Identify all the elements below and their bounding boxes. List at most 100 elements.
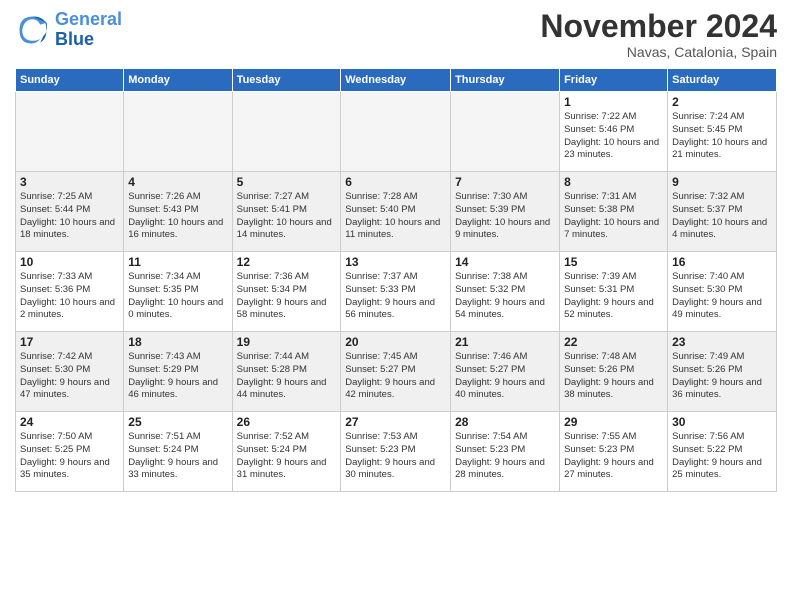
day-info: Sunrise: 7:53 AMSunset: 5:23 PMDaylight:…	[345, 431, 446, 482]
col-thursday: Thursday	[451, 69, 560, 92]
calendar-day-cell: 9 Sunrise: 7:32 AMSunset: 5:37 PMDaylight…	[668, 172, 777, 252]
day-info: Sunrise: 7:39 AMSunset: 5:31 PMDaylight:…	[564, 271, 663, 322]
calendar-week-row: 10Sunrise: 7:33 AMSunset: 5:36 PMDayligh…	[16, 252, 777, 332]
day-info: Sunrise: 7:27 AMSunset: 5:41 PMDaylight:…	[237, 191, 337, 242]
day-info: Sunrise: 7:51 AMSunset: 5:24 PMDaylight:…	[128, 431, 227, 482]
calendar-day-cell: 6 Sunrise: 7:28 AMSunset: 5:40 PMDaylight…	[341, 172, 451, 252]
calendar-day-cell: 13Sunrise: 7:37 AMSunset: 5:33 PMDayligh…	[341, 252, 451, 332]
calendar-day-cell: 28 Sunrise: 7:54 AMSunset: 5:23 PMDayligh…	[451, 412, 560, 492]
calendar-day-cell: 20 Sunrise: 7:45 AMSunset: 5:27 PMDayligh…	[341, 332, 451, 412]
calendar-week-row: 1Sunrise: 7:22 AMSunset: 5:46 PMDaylight…	[16, 92, 777, 172]
calendar-day-cell: 25 Sunrise: 7:51 AMSunset: 5:24 PMDayligh…	[124, 412, 232, 492]
logo: General Blue	[15, 10, 122, 50]
calendar-day-cell: 1Sunrise: 7:22 AMSunset: 5:46 PMDaylight…	[560, 92, 668, 172]
day-number: 22	[564, 335, 663, 349]
calendar-day-cell: 22 Sunrise: 7:48 AMSunset: 5:26 PMDayligh…	[560, 332, 668, 412]
calendar-day-cell: 12Sunrise: 7:36 AMSunset: 5:34 PMDayligh…	[232, 252, 341, 332]
calendar-week-row: 17 Sunrise: 7:42 AMSunset: 5:30 PMDayligh…	[16, 332, 777, 412]
calendar-day-cell: 8Sunrise: 7:31 AMSunset: 5:38 PMDaylight…	[560, 172, 668, 252]
title-block: November 2024 Navas, Catalonia, Spain	[540, 10, 777, 60]
day-info: Sunrise: 7:44 AMSunset: 5:28 PMDaylight:…	[237, 351, 337, 402]
calendar-day-cell	[341, 92, 451, 172]
calendar-table: Sunday Monday Tuesday Wednesday Thursday…	[15, 68, 777, 492]
day-number: 13	[345, 255, 446, 269]
day-number: 14	[455, 255, 555, 269]
calendar-day-cell: 29 Sunrise: 7:55 AMSunset: 5:23 PMDayligh…	[560, 412, 668, 492]
day-number: 25	[128, 415, 227, 429]
calendar-day-cell: 2 Sunrise: 7:24 AMSunset: 5:45 PMDaylight…	[668, 92, 777, 172]
day-number: 29	[564, 415, 663, 429]
day-number: 1	[564, 95, 663, 109]
calendar-day-cell: 10Sunrise: 7:33 AMSunset: 5:36 PMDayligh…	[16, 252, 124, 332]
calendar-day-cell	[451, 92, 560, 172]
day-number: 5	[237, 175, 337, 189]
calendar-day-cell: 11 Sunrise: 7:34 AMSunset: 5:35 PMDayligh…	[124, 252, 232, 332]
location-subtitle: Navas, Catalonia, Spain	[540, 44, 777, 60]
day-info: Sunrise: 7:28 AMSunset: 5:40 PMDaylight:…	[345, 191, 446, 242]
header: General Blue November 2024 Navas, Catalo…	[15, 10, 777, 60]
day-number: 16	[672, 255, 772, 269]
col-wednesday: Wednesday	[341, 69, 451, 92]
day-info: Sunrise: 7:25 AMSunset: 5:44 PMDaylight:…	[20, 191, 119, 242]
calendar-day-cell	[16, 92, 124, 172]
col-sunday: Sunday	[16, 69, 124, 92]
day-number: 12	[237, 255, 337, 269]
calendar-day-cell: 26 Sunrise: 7:52 AMSunset: 5:24 PMDayligh…	[232, 412, 341, 492]
day-number: 30	[672, 415, 772, 429]
day-info: Sunrise: 7:31 AMSunset: 5:38 PMDaylight:…	[564, 191, 663, 242]
day-info: Sunrise: 7:24 AMSunset: 5:45 PMDaylight:…	[672, 111, 772, 162]
calendar-day-cell: 7 Sunrise: 7:30 AMSunset: 5:39 PMDaylight…	[451, 172, 560, 252]
day-info: Sunrise: 7:30 AMSunset: 5:39 PMDaylight:…	[455, 191, 555, 242]
calendar-day-cell: 30Sunrise: 7:56 AMSunset: 5:22 PMDayligh…	[668, 412, 777, 492]
day-number: 24	[20, 415, 119, 429]
calendar-day-cell: 27Sunrise: 7:53 AMSunset: 5:23 PMDayligh…	[341, 412, 451, 492]
day-number: 21	[455, 335, 555, 349]
day-info: Sunrise: 7:49 AMSunset: 5:26 PMDaylight:…	[672, 351, 772, 402]
day-info: Sunrise: 7:54 AMSunset: 5:23 PMDaylight:…	[455, 431, 555, 482]
calendar-day-cell: 5 Sunrise: 7:27 AMSunset: 5:41 PMDaylight…	[232, 172, 341, 252]
day-info: Sunrise: 7:46 AMSunset: 5:27 PMDaylight:…	[455, 351, 555, 402]
calendar-day-cell: 4 Sunrise: 7:26 AMSunset: 5:43 PMDaylight…	[124, 172, 232, 252]
day-info: Sunrise: 7:38 AMSunset: 5:32 PMDaylight:…	[455, 271, 555, 322]
day-info: Sunrise: 7:55 AMSunset: 5:23 PMDaylight:…	[564, 431, 663, 482]
day-info: Sunrise: 7:42 AMSunset: 5:30 PMDaylight:…	[20, 351, 119, 402]
calendar-day-cell: 3 Sunrise: 7:25 AMSunset: 5:44 PMDaylight…	[16, 172, 124, 252]
calendar-day-cell: 23Sunrise: 7:49 AMSunset: 5:26 PMDayligh…	[668, 332, 777, 412]
day-number: 19	[237, 335, 337, 349]
logo-text: General Blue	[55, 10, 122, 50]
day-info: Sunrise: 7:48 AMSunset: 5:26 PMDaylight:…	[564, 351, 663, 402]
day-info: Sunrise: 7:32 AMSunset: 5:37 PMDaylight:…	[672, 191, 772, 242]
calendar-week-row: 24Sunrise: 7:50 AMSunset: 5:25 PMDayligh…	[16, 412, 777, 492]
day-number: 11	[128, 255, 227, 269]
day-number: 6	[345, 175, 446, 189]
day-number: 20	[345, 335, 446, 349]
day-number: 4	[128, 175, 227, 189]
day-number: 17	[20, 335, 119, 349]
calendar-day-cell: 19 Sunrise: 7:44 AMSunset: 5:28 PMDayligh…	[232, 332, 341, 412]
day-info: Sunrise: 7:34 AMSunset: 5:35 PMDaylight:…	[128, 271, 227, 322]
calendar-day-cell: 24Sunrise: 7:50 AMSunset: 5:25 PMDayligh…	[16, 412, 124, 492]
calendar-day-cell	[124, 92, 232, 172]
main-container: General Blue November 2024 Navas, Catalo…	[0, 0, 792, 497]
calendar-day-cell: 17 Sunrise: 7:42 AMSunset: 5:30 PMDayligh…	[16, 332, 124, 412]
day-info: Sunrise: 7:40 AMSunset: 5:30 PMDaylight:…	[672, 271, 772, 322]
day-info: Sunrise: 7:33 AMSunset: 5:36 PMDaylight:…	[20, 271, 119, 322]
day-info: Sunrise: 7:52 AMSunset: 5:24 PMDaylight:…	[237, 431, 337, 482]
col-saturday: Saturday	[668, 69, 777, 92]
day-number: 18	[128, 335, 227, 349]
calendar-day-cell: 14 Sunrise: 7:38 AMSunset: 5:32 PMDayligh…	[451, 252, 560, 332]
col-tuesday: Tuesday	[232, 69, 341, 92]
day-number: 26	[237, 415, 337, 429]
day-info: Sunrise: 7:26 AMSunset: 5:43 PMDaylight:…	[128, 191, 227, 242]
day-info: Sunrise: 7:45 AMSunset: 5:27 PMDaylight:…	[345, 351, 446, 402]
day-number: 28	[455, 415, 555, 429]
day-number: 15	[564, 255, 663, 269]
day-info: Sunrise: 7:43 AMSunset: 5:29 PMDaylight:…	[128, 351, 227, 402]
day-number: 9	[672, 175, 772, 189]
day-number: 3	[20, 175, 119, 189]
calendar-day-cell: 18 Sunrise: 7:43 AMSunset: 5:29 PMDayligh…	[124, 332, 232, 412]
calendar-day-cell: 21 Sunrise: 7:46 AMSunset: 5:27 PMDayligh…	[451, 332, 560, 412]
day-number: 7	[455, 175, 555, 189]
day-number: 2	[672, 95, 772, 109]
calendar-week-row: 3 Sunrise: 7:25 AMSunset: 5:44 PMDaylight…	[16, 172, 777, 252]
